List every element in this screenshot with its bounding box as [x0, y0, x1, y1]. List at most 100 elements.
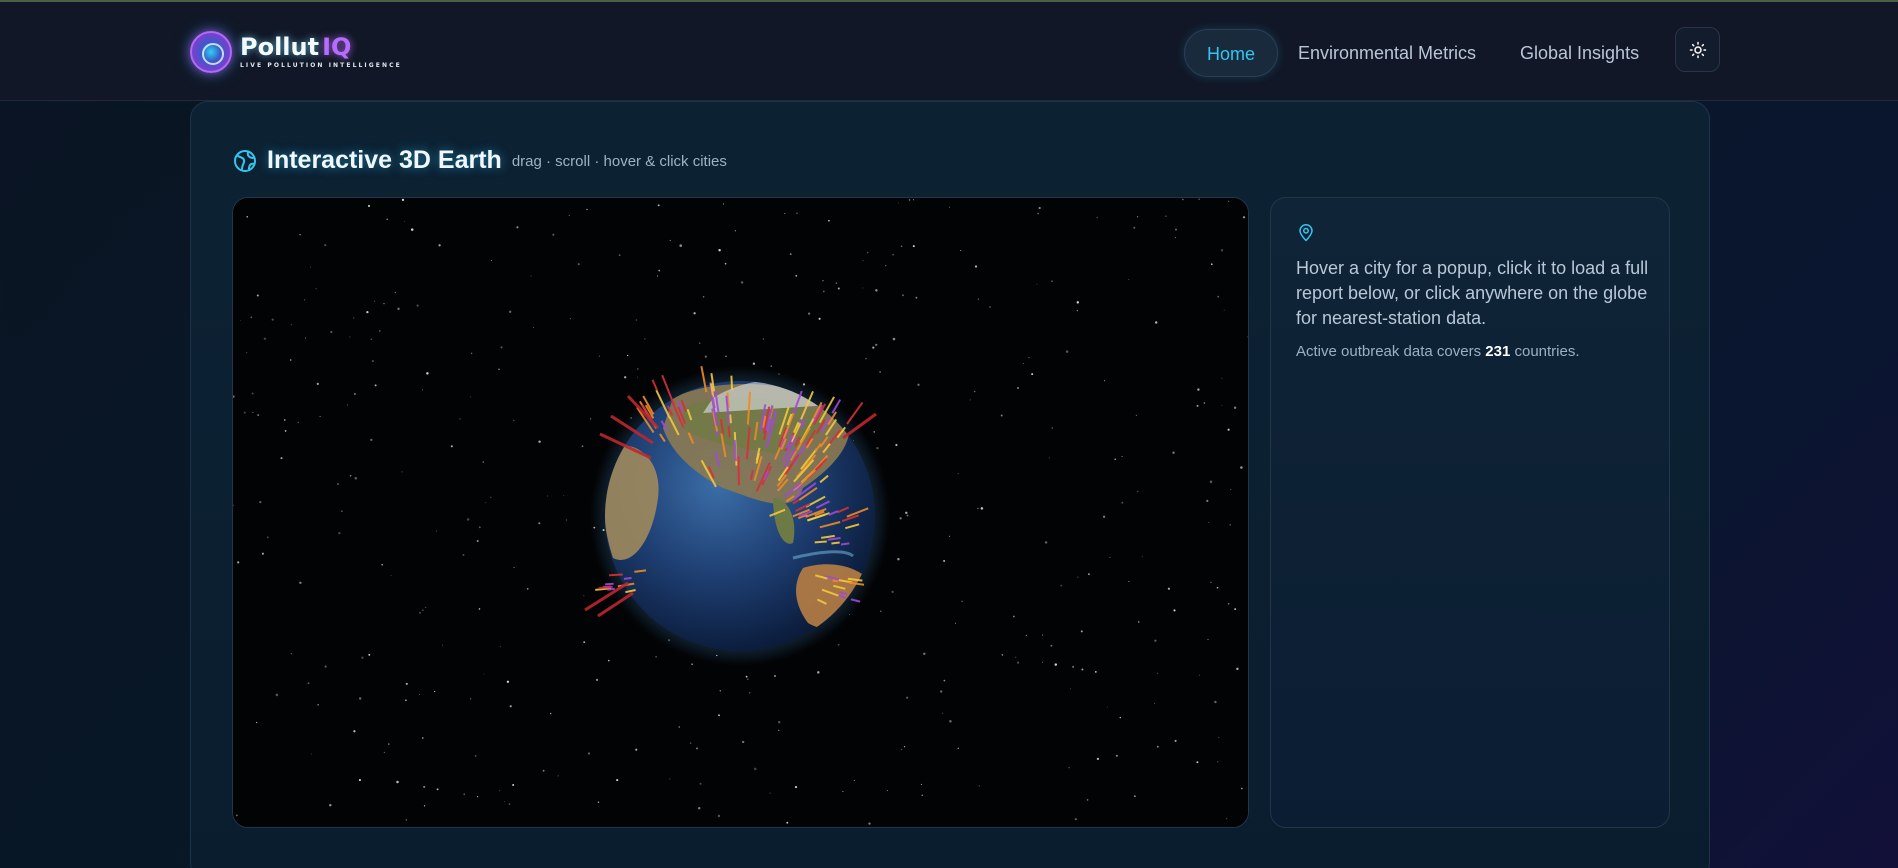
star: [498, 790, 500, 792]
star: [1214, 700, 1217, 704]
star: [1226, 818, 1228, 820]
star: [1070, 688, 1072, 690]
star: [915, 296, 918, 299]
star: [352, 317, 355, 319]
pollution-bar[interactable]: [840, 542, 850, 546]
star: [1115, 754, 1118, 757]
pollution-bar[interactable]: [605, 582, 614, 586]
star: [635, 319, 638, 321]
pollution-bar[interactable]: [831, 541, 840, 545]
star: [538, 522, 541, 525]
star: [1121, 501, 1124, 504]
pollution-bar[interactable]: [832, 579, 839, 583]
star: [235, 814, 238, 817]
star: [405, 682, 408, 685]
star: [401, 198, 405, 202]
star: [1121, 455, 1123, 458]
pollution-bar[interactable]: [737, 456, 740, 486]
star: [837, 643, 840, 646]
star: [423, 805, 426, 807]
star: [1156, 745, 1159, 748]
star: [1136, 490, 1139, 493]
star: [678, 726, 681, 728]
star: [366, 310, 369, 314]
star: [370, 338, 373, 341]
star: [1198, 674, 1200, 676]
star: [371, 359, 374, 363]
pollution-bar[interactable]: [634, 569, 647, 573]
star: [516, 226, 519, 229]
star: [955, 622, 957, 624]
pollution-bar[interactable]: [598, 585, 613, 590]
pollution-bar[interactable]: [727, 425, 731, 438]
star: [410, 228, 414, 231]
star: [565, 519, 567, 521]
star: [316, 382, 319, 386]
star: [978, 785, 980, 787]
star: [299, 581, 302, 584]
theme-toggle-button[interactable]: [1675, 27, 1720, 72]
star: [405, 819, 408, 821]
star: [1017, 661, 1020, 664]
star: [1037, 212, 1039, 215]
star: [549, 712, 552, 715]
pollution-bar[interactable]: [814, 540, 827, 544]
globe-canvas[interactable]: [232, 197, 1249, 828]
pollution-bar[interactable]: [623, 577, 632, 580]
star: [745, 675, 748, 678]
pollution-bar[interactable]: [607, 587, 615, 591]
star: [1216, 586, 1219, 589]
star: [476, 539, 479, 543]
star: [1042, 634, 1043, 636]
star: [1074, 818, 1077, 821]
star: [436, 788, 439, 791]
star: [259, 500, 262, 504]
star: [1065, 350, 1069, 353]
star: [618, 254, 621, 256]
pollution-bar[interactable]: [733, 439, 737, 462]
star: [722, 203, 724, 205]
star: [597, 801, 600, 803]
star: [608, 659, 610, 662]
star: [873, 431, 875, 433]
star: [595, 678, 599, 682]
coverage-summary: Active outbreak data covers 231 countrie…: [1296, 343, 1580, 360]
nav-environmental-metrics[interactable]: Environmental Metrics: [1276, 29, 1498, 77]
star: [879, 371, 881, 373]
star: [784, 212, 786, 215]
star: [794, 786, 798, 789]
star: [422, 389, 423, 391]
star: [1044, 541, 1048, 544]
nav-home[interactable]: Home: [1184, 29, 1279, 77]
star: [1207, 639, 1209, 641]
pollution-bar[interactable]: [609, 573, 623, 577]
star: [789, 253, 792, 256]
star: [1128, 279, 1130, 280]
star: [275, 693, 279, 697]
pollution-bar[interactable]: [730, 375, 734, 391]
star: [842, 790, 844, 793]
star: [1221, 377, 1223, 379]
star: [1088, 573, 1090, 575]
star: [1227, 602, 1230, 605]
star: [862, 260, 864, 262]
star: [876, 446, 879, 450]
star: [1196, 761, 1199, 764]
star: [423, 785, 426, 788]
star: [807, 312, 811, 315]
star: [354, 393, 356, 395]
star: [669, 239, 671, 241]
star: [546, 495, 549, 497]
nav-global-insights[interactable]: Global Insights: [1498, 29, 1661, 77]
star: [513, 419, 515, 422]
star: [657, 204, 660, 207]
star: [899, 517, 902, 520]
earth-visualization[interactable]: [233, 198, 1249, 828]
star: [1174, 739, 1177, 742]
star: [484, 502, 486, 504]
star: [476, 795, 479, 798]
pollution-bar[interactable]: [729, 414, 732, 424]
star: [311, 753, 312, 755]
star: [1022, 362, 1024, 364]
star: [289, 359, 292, 361]
